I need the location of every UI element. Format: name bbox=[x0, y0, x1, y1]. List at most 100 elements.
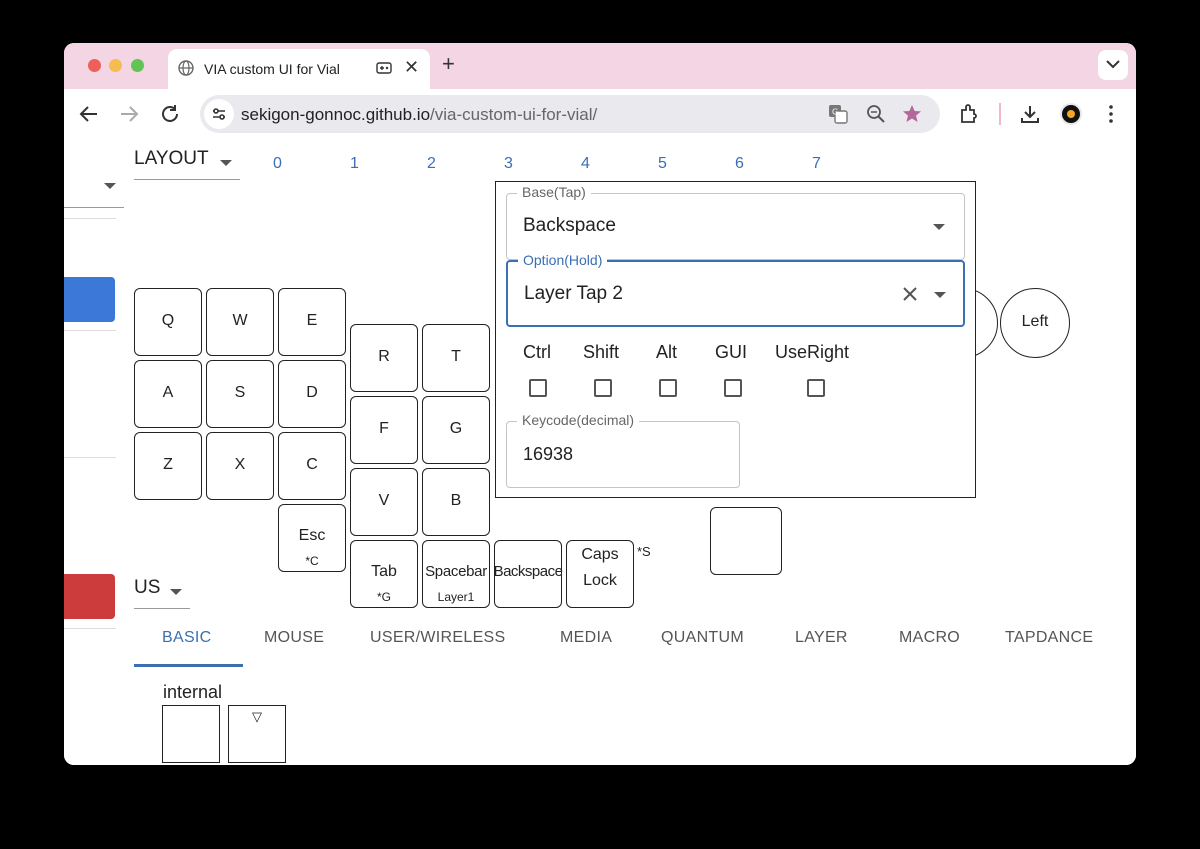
ctrl-checkbox[interactable] bbox=[529, 379, 547, 397]
useright-checkbox[interactable] bbox=[807, 379, 825, 397]
base-tap-select[interactable]: Base(Tap) Backspace bbox=[506, 184, 965, 260]
tab-tapdance[interactable]: TAPDANCE bbox=[1005, 629, 1093, 647]
key-label: E bbox=[306, 312, 318, 329]
keycode-value: 16938 bbox=[523, 444, 574, 464]
key-sublabel: *G bbox=[376, 590, 391, 604]
keycode-key-label: ▽ bbox=[252, 709, 262, 724]
key-c[interactable]: C bbox=[278, 432, 346, 500]
dropdown-caret-icon bbox=[933, 224, 945, 230]
keycode-input[interactable]: Keycode(decimal) 16938 bbox=[506, 412, 740, 488]
key-g[interactable]: G bbox=[422, 396, 490, 464]
key-w[interactable]: W bbox=[206, 288, 274, 356]
sidebar-danger-button[interactable] bbox=[64, 574, 115, 619]
layout-select[interactable]: LAYOUT bbox=[134, 148, 240, 180]
close-window-button[interactable] bbox=[88, 59, 101, 72]
address-bar[interactable]: sekigon-gonnoc.github.io/via-custom-ui-f… bbox=[200, 95, 940, 133]
more-menu-icon[interactable] bbox=[1100, 103, 1122, 125]
star-icon[interactable] bbox=[902, 104, 922, 124]
svg-text:G: G bbox=[832, 108, 838, 117]
key-v[interactable]: V bbox=[350, 468, 418, 536]
sidebar-primary-button[interactable] bbox=[64, 277, 115, 322]
key-label: A bbox=[162, 384, 174, 401]
clear-icon[interactable] bbox=[902, 286, 918, 302]
key-label: B bbox=[450, 492, 462, 509]
tab-layer[interactable]: LAYER bbox=[795, 629, 848, 647]
shift-checkbox[interactable] bbox=[594, 379, 612, 397]
key-sublabel: Layer1 bbox=[437, 590, 475, 604]
key-b[interactable]: B bbox=[422, 468, 490, 536]
modifier-label-shift: Shift bbox=[583, 342, 620, 362]
new-tab-button[interactable]: + bbox=[442, 51, 455, 77]
key-left[interactable]: Left bbox=[1000, 288, 1070, 358]
key-label: Backspace bbox=[493, 563, 563, 580]
layer-tab-3[interactable]: 3 bbox=[504, 155, 513, 173]
layer-tab-7[interactable]: 7 bbox=[812, 155, 821, 173]
key-e[interactable]: E bbox=[278, 288, 346, 356]
key-label: X bbox=[234, 456, 246, 473]
tab-search-button[interactable] bbox=[1098, 50, 1128, 80]
key-a[interactable]: A bbox=[134, 360, 202, 428]
tab-media[interactable]: MEDIA bbox=[560, 629, 612, 647]
key-q[interactable]: Q bbox=[134, 288, 202, 356]
sidebar-select[interactable] bbox=[64, 207, 124, 208]
key-spacebar[interactable]: Spacebar Layer1 bbox=[422, 540, 490, 608]
key-tab[interactable]: Tab *G bbox=[350, 540, 418, 608]
dropdown-caret-icon bbox=[220, 160, 232, 166]
layer-tab-1[interactable]: 1 bbox=[350, 155, 359, 173]
key-label: D bbox=[306, 384, 318, 401]
key-t[interactable]: T bbox=[422, 324, 490, 392]
key-r[interactable]: R bbox=[350, 324, 418, 392]
tab-macro[interactable]: MACRO bbox=[899, 629, 960, 647]
media-icon[interactable] bbox=[376, 62, 392, 74]
key-backspace[interactable]: Backspace bbox=[494, 540, 563, 608]
back-icon[interactable] bbox=[78, 103, 100, 125]
download-icon[interactable] bbox=[1019, 103, 1041, 125]
layer-tab-2[interactable]: 2 bbox=[427, 155, 436, 173]
key-caps-lock[interactable]: Caps Lock bbox=[566, 540, 634, 608]
option-hold-select[interactable]: Option(Hold) Layer Tap 2 bbox=[506, 252, 965, 327]
key-label: G bbox=[449, 420, 463, 437]
key-x[interactable]: X bbox=[206, 432, 274, 500]
forward-icon[interactable] bbox=[118, 103, 140, 125]
key-f[interactable]: F bbox=[350, 396, 418, 464]
layer-tab-4[interactable]: 4 bbox=[581, 155, 590, 173]
key-s[interactable]: S bbox=[206, 360, 274, 428]
reload-icon[interactable] bbox=[159, 103, 181, 125]
key-esc[interactable]: Esc *C bbox=[278, 504, 346, 572]
layer-tab-5[interactable]: 5 bbox=[658, 155, 667, 173]
keycode-editor-popup: Base(Tap) Backspace Option(Hold) Layer T… bbox=[495, 181, 976, 498]
sidebar-select-caret[interactable] bbox=[104, 183, 116, 189]
tab-user-wireless[interactable]: USER/WIRELESS bbox=[370, 629, 506, 647]
language-select[interactable]: US bbox=[134, 577, 190, 609]
extensions-icon[interactable] bbox=[958, 103, 980, 125]
key-thumb-right[interactable] bbox=[710, 507, 782, 575]
tune-icon bbox=[213, 108, 225, 120]
zoom-window-button[interactable] bbox=[131, 59, 144, 72]
keycode-key-transparent[interactable]: ▽ bbox=[228, 705, 286, 763]
key-group-label: internal bbox=[163, 682, 223, 702]
translate-icon[interactable]: G bbox=[828, 104, 848, 124]
globe-icon bbox=[178, 60, 194, 76]
key-label: C bbox=[306, 456, 318, 473]
key-d[interactable]: D bbox=[278, 360, 346, 428]
gui-checkbox[interactable] bbox=[724, 379, 742, 397]
tab-basic[interactable]: BASIC bbox=[162, 629, 212, 647]
layer-tab-0[interactable]: 0 bbox=[273, 155, 282, 173]
tab-close-icon[interactable]: ✕ bbox=[404, 57, 419, 78]
field-legend: Base(Tap) bbox=[517, 184, 591, 200]
alt-checkbox[interactable] bbox=[659, 379, 677, 397]
layer-tab-6[interactable]: 6 bbox=[735, 155, 744, 173]
keycode-key[interactable] bbox=[162, 705, 220, 763]
key-label: F bbox=[379, 420, 389, 437]
browser-tab[interactable]: VIA custom UI for Vial ✕ bbox=[168, 49, 430, 89]
key-label: Left bbox=[1021, 313, 1049, 330]
profile-avatar[interactable] bbox=[1060, 103, 1082, 125]
minimize-window-button[interactable] bbox=[109, 59, 122, 72]
tab-quantum[interactable]: QUANTUM bbox=[661, 629, 744, 647]
key-label: W bbox=[232, 312, 248, 329]
tab-mouse[interactable]: MOUSE bbox=[264, 629, 324, 647]
key-z[interactable]: Z bbox=[134, 432, 202, 500]
zoom-icon[interactable] bbox=[866, 104, 886, 124]
key-label: R bbox=[378, 348, 390, 365]
site-info-button[interactable] bbox=[204, 99, 234, 129]
